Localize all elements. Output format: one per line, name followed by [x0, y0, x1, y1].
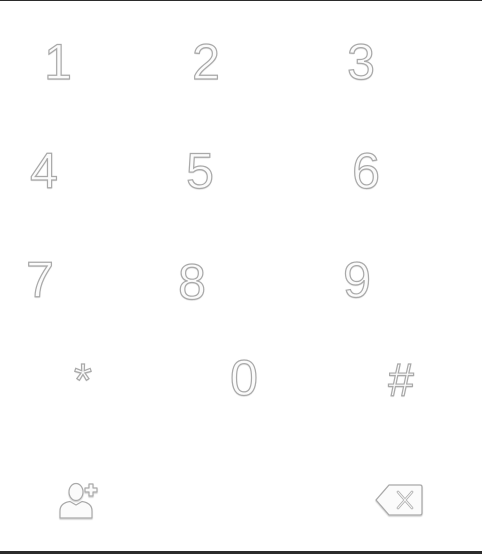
key-2[interactable]: 2 — [176, 34, 236, 90]
key-label: 0 — [229, 350, 258, 406]
key-7[interactable]: 7 — [10, 252, 70, 308]
add-contact-icon — [59, 482, 98, 519]
key-label: 5 — [185, 143, 214, 199]
key-label: 4 — [29, 143, 58, 199]
key-4[interactable]: 4 — [14, 143, 74, 199]
key-hash[interactable]: # — [372, 354, 430, 406]
key-6[interactable]: 6 — [336, 143, 396, 199]
key-label: 7 — [25, 252, 54, 308]
add-contact-button[interactable] — [54, 476, 110, 524]
key-label: 6 — [351, 143, 380, 199]
key-9[interactable]: 9 — [327, 252, 387, 308]
key-5[interactable]: 5 — [170, 143, 230, 199]
key-label: * — [73, 354, 92, 406]
key-label: # — [388, 354, 415, 406]
key-1[interactable]: 1 — [28, 34, 88, 90]
key-3[interactable]: 3 — [331, 34, 391, 90]
key-label: 1 — [43, 34, 72, 90]
key-star[interactable]: * — [55, 354, 111, 406]
dialpad: 1 2 3 4 5 6 7 8 9 * 0 # — [0, 0, 482, 554]
key-0[interactable]: 0 — [214, 350, 274, 406]
key-label: 3 — [346, 34, 375, 90]
key-label: 9 — [342, 252, 371, 308]
backspace-icon — [375, 484, 423, 516]
backspace-button[interactable] — [370, 478, 428, 522]
key-8[interactable]: 8 — [162, 254, 222, 310]
key-label: 2 — [191, 34, 220, 90]
key-label: 8 — [177, 254, 206, 310]
